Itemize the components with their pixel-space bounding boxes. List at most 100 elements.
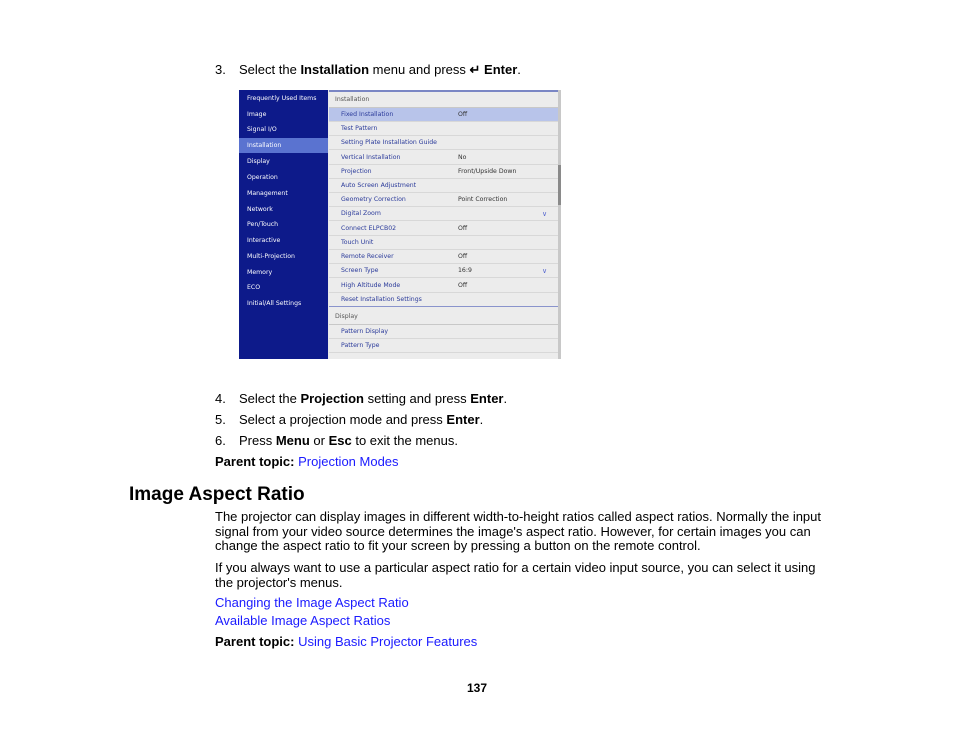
step-text: Select the <box>239 391 301 406</box>
step-text: setting and press <box>364 391 471 406</box>
chevron-down-icon: ∨ <box>542 210 548 218</box>
step-text: Select the <box>239 62 301 77</box>
menu-row: High Altitude Mode Off <box>329 279 558 293</box>
related-link[interactable]: Available Image Aspect Ratios <box>215 613 390 629</box>
related-link[interactable]: Changing the Image Aspect Ratio <box>215 595 409 611</box>
panel-header-label: Installation <box>335 96 370 103</box>
sidebar-item: Network <box>247 206 273 213</box>
sidebar-item: Operation <box>247 174 278 181</box>
row-value: Point Correction <box>458 196 508 203</box>
sidebar-item: Initial/All Settings <box>247 300 302 307</box>
row-label: Fixed Installation <box>341 111 394 118</box>
link-available-aspect-ratios[interactable]: Available Image Aspect Ratios <box>215 613 390 628</box>
row-label: High Altitude Mode <box>341 282 401 289</box>
sidebar-item: Memory <box>247 269 273 276</box>
row-label: Auto Screen Adjustment <box>341 182 417 189</box>
parent-topic-link[interactable]: Projection Modes <box>298 454 398 469</box>
step-text: menu and press <box>369 62 470 77</box>
sidebar-item: Multi-Projection <box>247 253 295 260</box>
sidebar-item: Pen/Touch <box>247 221 279 228</box>
step-text: . <box>517 62 521 77</box>
step-text: or <box>309 433 329 448</box>
step-3: 3. Select the Installation menu and press… <box>215 62 521 78</box>
row-label: Touch Unit <box>341 239 374 246</box>
section-header: Display <box>329 308 558 325</box>
step-bold: Installation <box>300 62 370 77</box>
scrollbar-thumb <box>558 165 561 205</box>
step-number: 3. <box>215 62 226 77</box>
link-changing-aspect-ratio[interactable]: Changing the Image Aspect Ratio <box>215 595 409 610</box>
menu-row: Reset Installation Settings <box>329 293 558 307</box>
menu-row: Remote Receiver Off <box>329 250 558 264</box>
page-number: 137 <box>466 681 488 695</box>
step-number: 5. <box>215 412 226 427</box>
step-number: 6. <box>215 433 226 448</box>
row-value: No <box>458 154 467 161</box>
step-bold: Enter <box>446 412 480 427</box>
sidebar-item: Frequently Used Items <box>247 95 317 102</box>
menu-row: Test Pattern <box>329 122 558 136</box>
menu-row: Screen Type 16:9 ∨ <box>329 264 558 278</box>
menu-row: Connect ELPCB02 Off <box>329 222 558 236</box>
row-value: 16:9 <box>458 267 472 274</box>
menu-row: Geometry Correction Point Correction <box>329 193 558 207</box>
step-bold: Enter <box>470 391 504 406</box>
panel-header: Installation <box>329 92 558 108</box>
sidebar-item: ECO <box>247 284 261 291</box>
step-bold: Projection <box>300 391 365 406</box>
row-label: Setting Plate Installation Guide <box>341 139 437 146</box>
row-label: Reset Installation Settings <box>341 296 422 303</box>
menu-row: Pattern Display <box>329 325 558 339</box>
sidebar-item: Image <box>247 111 267 118</box>
projector-menu-screenshot: Frequently Used Items Image Signal I/O I… <box>239 90 561 359</box>
menu-row: Setting Plate Installation Guide <box>329 136 558 150</box>
step-number: 4. <box>215 391 226 406</box>
row-value: Front/Upside Down <box>458 168 517 175</box>
menu-row <box>329 353 558 359</box>
menu-row-selected: Fixed Installation Off <box>329 108 558 122</box>
menu-row: Pattern Type <box>329 339 558 353</box>
row-label: Connect ELPCB02 <box>341 225 397 232</box>
paragraph: The projector can display images in diff… <box>215 509 822 553</box>
menu-row: Vertical Installation No <box>329 151 558 165</box>
scrollbar <box>558 90 561 359</box>
row-label: Pattern Display <box>341 328 389 335</box>
chevron-down-icon: ∨ <box>542 267 548 275</box>
row-label: Screen Type <box>341 267 379 274</box>
section-header-label: Display <box>335 313 358 320</box>
sidebar-item: Interactive <box>247 237 281 244</box>
step-text: to exit the menus. <box>351 433 458 448</box>
step-text: . <box>503 391 508 406</box>
section-title: Image Aspect Ratio <box>129 484 305 505</box>
parent-topic-link[interactable]: Using Basic Projector Features <box>298 634 477 649</box>
parent-topic: Parent topic: Using Basic Projector Feat… <box>215 634 477 650</box>
row-label: Digital Zoom <box>341 210 381 217</box>
row-value: Off <box>458 253 468 260</box>
row-value: Off <box>458 225 468 232</box>
row-label: Projection <box>341 168 372 175</box>
menu-row: Digital Zoom ∨ <box>329 207 558 221</box>
sidebar-item: Management <box>247 190 288 197</box>
step-bold: Menu <box>275 433 310 448</box>
row-label: Pattern Type <box>341 342 380 349</box>
row-label: Remote Receiver <box>341 253 394 260</box>
step-text: . <box>479 412 484 427</box>
sidebar-item: Signal I/O <box>247 126 277 133</box>
row-label: Vertical Installation <box>341 154 401 161</box>
menu-sidebar: Frequently Used Items Image Signal I/O I… <box>239 90 328 359</box>
parent-topic-label: Parent topic: <box>215 634 295 649</box>
menu-row: Auto Screen Adjustment <box>329 179 558 193</box>
menu-panel: Installation Fixed Installation Off Test … <box>329 90 558 359</box>
sidebar-item-active: Installation <box>239 138 328 153</box>
paragraph: If you always want to use a particular a… <box>215 560 816 590</box>
step-bold: Esc <box>328 433 352 448</box>
parent-topic: Parent topic: Projection Modes <box>215 454 399 470</box>
step-text: Select a projection mode and press <box>239 412 447 427</box>
row-label: Test Pattern <box>341 125 378 132</box>
menu-row: Touch Unit <box>329 236 558 250</box>
step-text: Press <box>239 433 276 448</box>
row-label: Geometry Correction <box>341 196 406 203</box>
menu-row: Projection Front/Upside Down <box>329 165 558 179</box>
row-value: Off <box>458 111 468 118</box>
step-5: 5. Select a projection mode and press Ent… <box>215 412 483 428</box>
